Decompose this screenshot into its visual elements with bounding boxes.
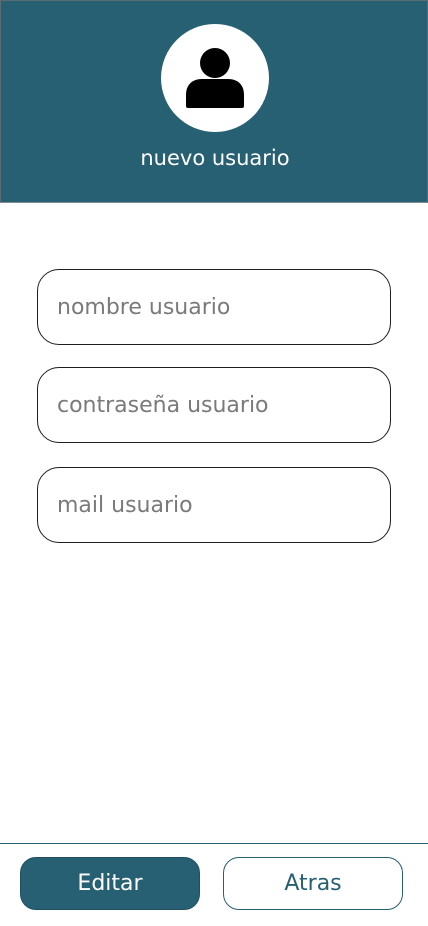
password-input[interactable] xyxy=(38,368,390,442)
page-title: nuevo usuario xyxy=(140,146,290,170)
user-icon xyxy=(186,48,244,108)
username-input[interactable] xyxy=(38,270,390,344)
password-field[interactable] xyxy=(37,367,391,443)
new-user-screen: nuevo usuario Editar Atras xyxy=(0,0,428,926)
email-field[interactable] xyxy=(37,467,391,543)
back-button[interactable]: Atras xyxy=(223,857,403,910)
avatar xyxy=(161,24,269,132)
username-field[interactable] xyxy=(37,269,391,345)
edit-button[interactable]: Editar xyxy=(20,857,200,910)
email-input[interactable] xyxy=(38,468,390,542)
profile-header: nuevo usuario xyxy=(0,0,428,203)
footer-divider xyxy=(0,843,428,844)
